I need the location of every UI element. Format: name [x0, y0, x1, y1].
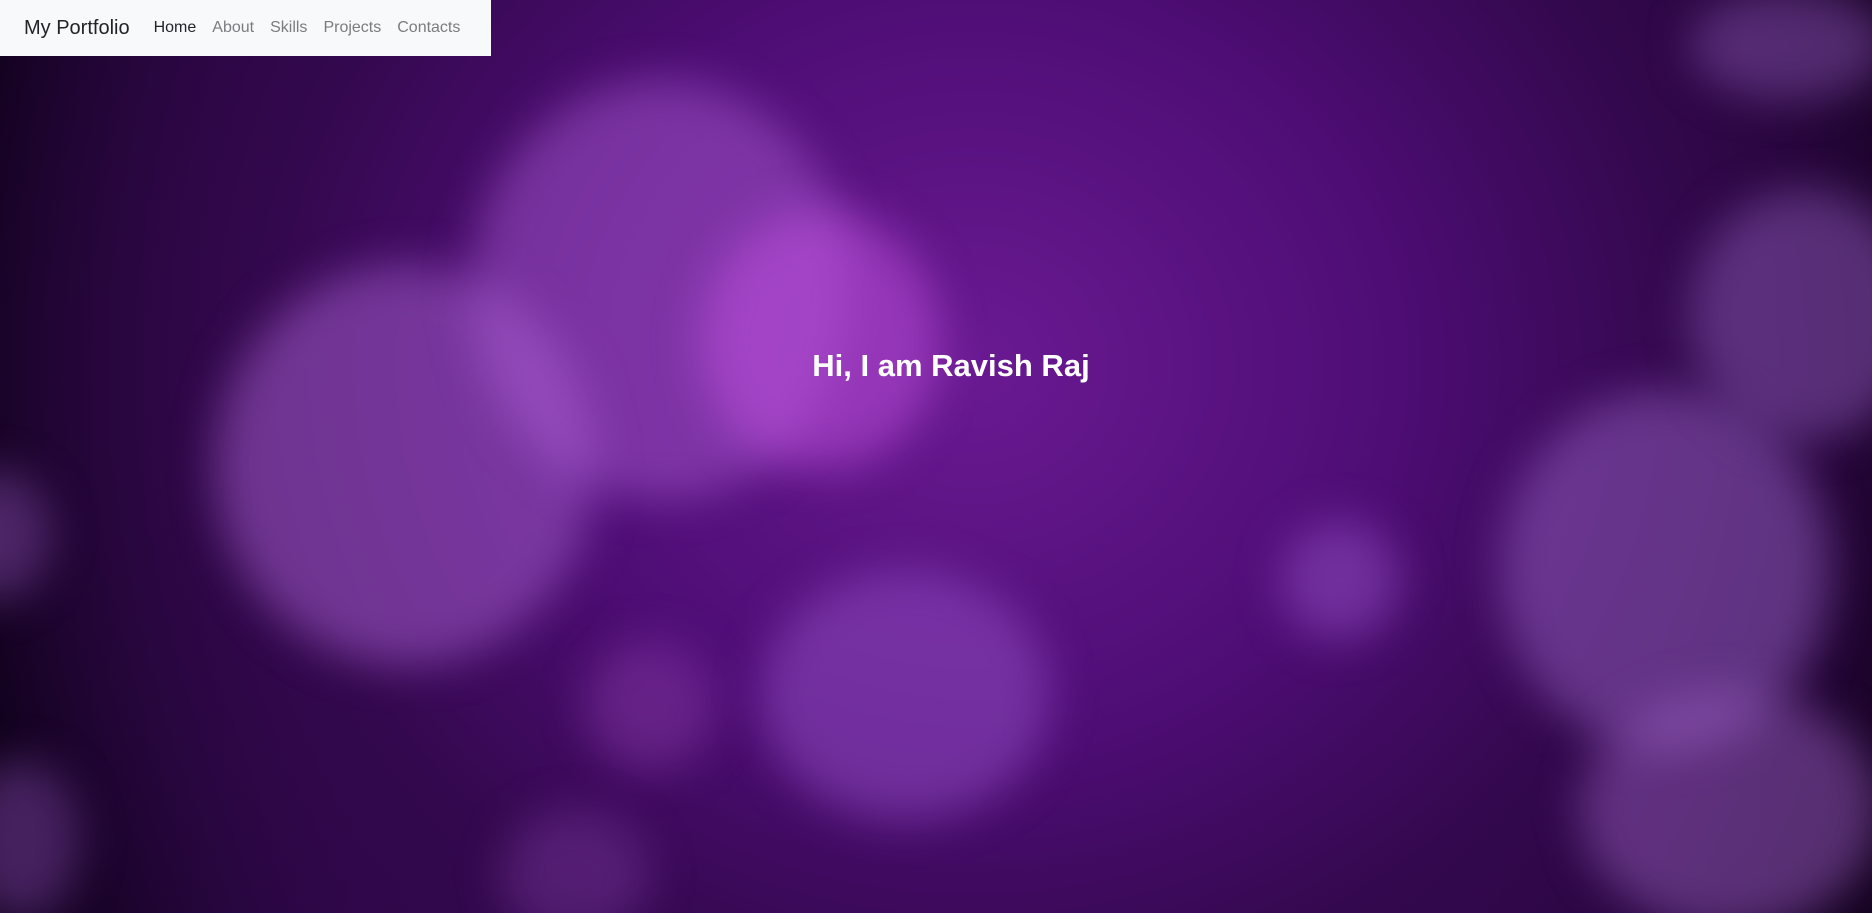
bokeh-light — [700, 210, 940, 470]
nav-links: Home About Skills Projects Contacts — [154, 19, 461, 37]
bokeh-light — [1500, 390, 1830, 750]
nav-link-projects[interactable]: Projects — [323, 19, 381, 37]
navbar-brand[interactable]: My Portfolio — [24, 17, 130, 40]
bokeh-light — [760, 570, 1050, 820]
bokeh-background — [0, 0, 1872, 913]
bokeh-light — [0, 470, 50, 600]
nav-link-home[interactable]: Home — [154, 19, 197, 37]
bokeh-light — [585, 640, 715, 770]
bokeh-light — [0, 760, 80, 913]
nav-link-contacts[interactable]: Contacts — [397, 19, 460, 37]
bokeh-light — [1280, 520, 1400, 640]
nav-link-about[interactable]: About — [212, 19, 254, 37]
bokeh-light — [1690, 0, 1872, 100]
navbar: My Portfolio Home About Skills Projects … — [0, 0, 491, 56]
hero-title: Hi, I am Ravish Raj — [812, 348, 1090, 383]
nav-link-skills[interactable]: Skills — [270, 19, 307, 37]
page: My Portfolio Home About Skills Projects … — [0, 0, 1872, 913]
bokeh-light — [500, 810, 650, 913]
